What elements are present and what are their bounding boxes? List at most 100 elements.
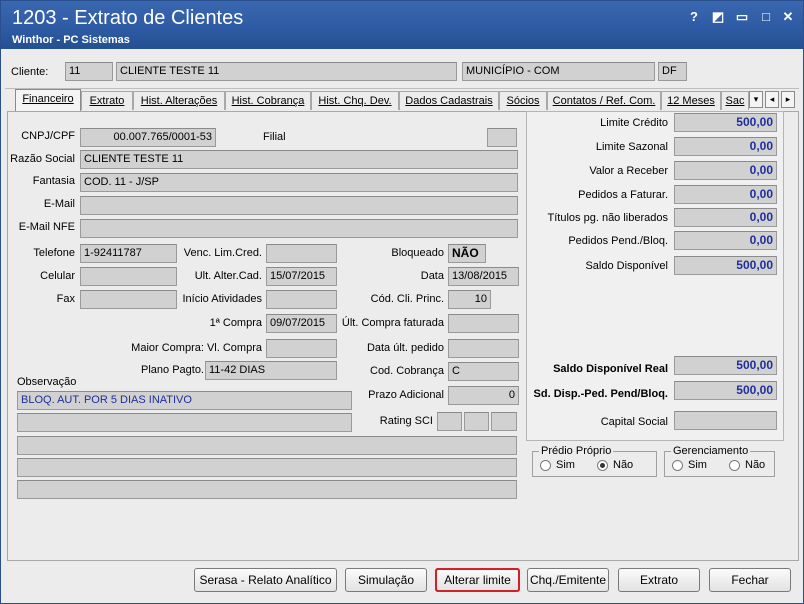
help-icon[interactable]: ?	[685, 9, 703, 25]
dock-icon[interactable]: ◩	[709, 9, 727, 25]
client-state-field[interactable]: DF	[658, 62, 687, 81]
razao-field[interactable]: CLIENTE TESTE 11	[80, 150, 518, 169]
predio-nao-radio[interactable]	[597, 460, 608, 471]
primeira-compra-label: 1ª Compra	[209, 317, 262, 329]
email-nfe-field[interactable]	[80, 219, 518, 238]
fechar-button[interactable]: Fechar	[709, 568, 791, 592]
extrato-button[interactable]: Extrato	[618, 568, 700, 592]
celular-field[interactable]	[80, 267, 177, 286]
tab-hist-chq-dev[interactable]: Hist. Chq. Dev.	[311, 91, 399, 110]
chq-emitente-button[interactable]: Chq./Emitente	[527, 568, 609, 592]
filial-label: Filial	[263, 131, 286, 143]
gerenciamento-sim-label: Sim	[688, 459, 707, 471]
rating-sci-field-3[interactable]	[491, 412, 517, 431]
pedidos-pend-field[interactable]: 0,00	[674, 231, 777, 250]
rating-sci-field-2[interactable]	[464, 412, 489, 431]
predio-sim-radio[interactable]	[540, 460, 551, 471]
prazo-adicional-field[interactable]: 0	[448, 386, 519, 405]
tab-strip: Financeiro Extrato Hist. Alterações Hist…	[15, 89, 779, 111]
ult-alter-label: Ult. Alter.Cad.	[194, 270, 262, 282]
observacao-line-3[interactable]	[17, 436, 517, 455]
ult-alter-field[interactable]: 15/07/2015	[266, 267, 337, 286]
venc-lim-field[interactable]	[266, 244, 337, 263]
tab-12-meses[interactable]: 12 Meses	[661, 91, 721, 110]
ult-compra-label: Últ. Compra faturada	[341, 317, 444, 329]
data-ult-pedido-field[interactable]	[448, 339, 519, 358]
titulos-nao-liberados-label: Títulos pg. não liberados	[547, 212, 668, 224]
observacao-label: Observação	[17, 376, 77, 388]
cod-cobranca-label: Cod. Cobrança	[370, 365, 444, 377]
pedidos-faturar-field[interactable]: 0,00	[674, 185, 777, 204]
telefone-field[interactable]: 1-92411787	[80, 244, 177, 263]
tab-contatos[interactable]: Contatos / Ref. Com.	[547, 91, 661, 110]
tab-sac[interactable]: Sac	[721, 91, 749, 110]
razao-label: Razão Social	[10, 153, 75, 165]
fantasia-field[interactable]: COD. 11 - J/SP	[80, 173, 518, 192]
client-name-field[interactable]: CLIENTE TESTE 11	[116, 62, 457, 81]
fax-field[interactable]	[80, 290, 177, 309]
fantasia-label: Fantasia	[32, 175, 75, 187]
tab-hist-alteracoes[interactable]: Hist. Alterações	[133, 91, 225, 110]
cod-cli-princ-field[interactable]: 10	[448, 290, 491, 309]
tab-socios[interactable]: Sócios	[499, 91, 547, 110]
inicio-field[interactable]	[266, 290, 337, 309]
tab-scroll-left-icon[interactable]: ◂	[765, 91, 779, 108]
filial-field[interactable]	[487, 128, 517, 147]
tab-scroll-right-icon[interactable]: ▸	[781, 91, 795, 108]
gerenciamento-group: Gerenciamento Sim Não	[664, 445, 775, 477]
cnpj-field[interactable]: 00.007.765/0001-53	[80, 128, 216, 147]
maior-compra-label: Maior Compra: Vl. Compra	[131, 342, 262, 354]
saldo-real-field[interactable]: 500,00	[674, 356, 777, 375]
tab-dropdown-icon[interactable]: ▾	[749, 91, 763, 108]
gerenciamento-nao-radio[interactable]	[729, 460, 740, 471]
valor-receber-field[interactable]: 0,00	[674, 161, 777, 180]
observacao-line-5[interactable]	[17, 480, 517, 499]
sd-disp-ped-field[interactable]: 500,00	[674, 381, 777, 400]
limite-sazonal-field[interactable]: 0,00	[674, 137, 777, 156]
limite-sazonal-label: Limite Sazonal	[595, 141, 668, 153]
fax-label: Fax	[56, 293, 75, 305]
gerenciamento-nao-label: Não	[745, 459, 766, 471]
minimize-icon[interactable]: ▭	[733, 9, 751, 25]
venc-lim-label: Venc. Lim.Cred.	[183, 247, 262, 259]
rating-sci-field-1[interactable]	[437, 412, 462, 431]
client-bar: Cliente: 11 CLIENTE TESTE 11 MUNICÍPIO -…	[5, 57, 799, 89]
ult-compra-field[interactable]	[448, 314, 519, 333]
maior-compra-field[interactable]	[266, 339, 337, 358]
plano-pagto-field[interactable]: 11-42 DIAS	[205, 361, 337, 380]
tab-hist-cobranca[interactable]: Hist. Cobrança	[225, 91, 311, 110]
serasa-button[interactable]: Serasa - Relato Analítico	[194, 568, 337, 592]
simulacao-button[interactable]: Simulação	[345, 568, 427, 592]
cod-cobranca-field[interactable]: C	[448, 362, 519, 381]
client-city-field[interactable]: MUNICÍPIO - COM	[462, 62, 655, 81]
saldo-real-label: Saldo Disponível Real	[553, 363, 668, 375]
plano-pagto-label: Plano Pagto.	[141, 364, 204, 376]
rating-sci-label: Rating SCI	[379, 415, 433, 427]
email-field[interactable]	[80, 196, 518, 215]
gerenciamento-sim-radio[interactable]	[672, 460, 683, 471]
primeira-compra-field[interactable]: 09/07/2015	[266, 314, 337, 333]
predio-proprio-label: Prédio Próprio	[539, 445, 614, 457]
limite-credito-field[interactable]: 500,00	[674, 113, 777, 132]
observacao-line-4[interactable]	[17, 458, 517, 477]
observacao-line-2[interactable]	[17, 413, 352, 432]
tab-financeiro[interactable]: Financeiro	[15, 89, 81, 111]
email-label: E-Mail	[43, 198, 75, 210]
saldo-disponivel-field[interactable]: 500,00	[674, 256, 777, 275]
cod-cli-princ-label: Cód. Cli. Princ.	[370, 293, 444, 305]
cnpj-label: CNPJ/CPF	[21, 130, 75, 142]
observacao-line-1[interactable]: BLOQ. AUT. POR 5 DIAS INATIVO	[17, 391, 352, 410]
close-icon[interactable]: ✕	[779, 9, 797, 25]
data-field[interactable]: 13/08/2015	[448, 267, 519, 286]
capital-social-field[interactable]	[674, 411, 777, 430]
client-code-field[interactable]: 11	[65, 62, 113, 81]
maximize-icon[interactable]: □	[757, 9, 775, 25]
bloqueado-field[interactable]: NÃO	[448, 244, 486, 263]
pedidos-faturar-label: Pedidos a Faturar.	[578, 189, 668, 201]
data-ult-pedido-label: Data últ. pedido	[366, 342, 444, 354]
tab-dados-cadastrais[interactable]: Dados Cadastrais	[399, 91, 499, 110]
predio-sim-label: Sim	[556, 459, 575, 471]
alterar-limite-button[interactable]: Alterar limite	[435, 568, 520, 592]
tab-extrato[interactable]: Extrato	[81, 91, 133, 110]
titulos-nao-liberados-field[interactable]: 0,00	[674, 208, 777, 227]
